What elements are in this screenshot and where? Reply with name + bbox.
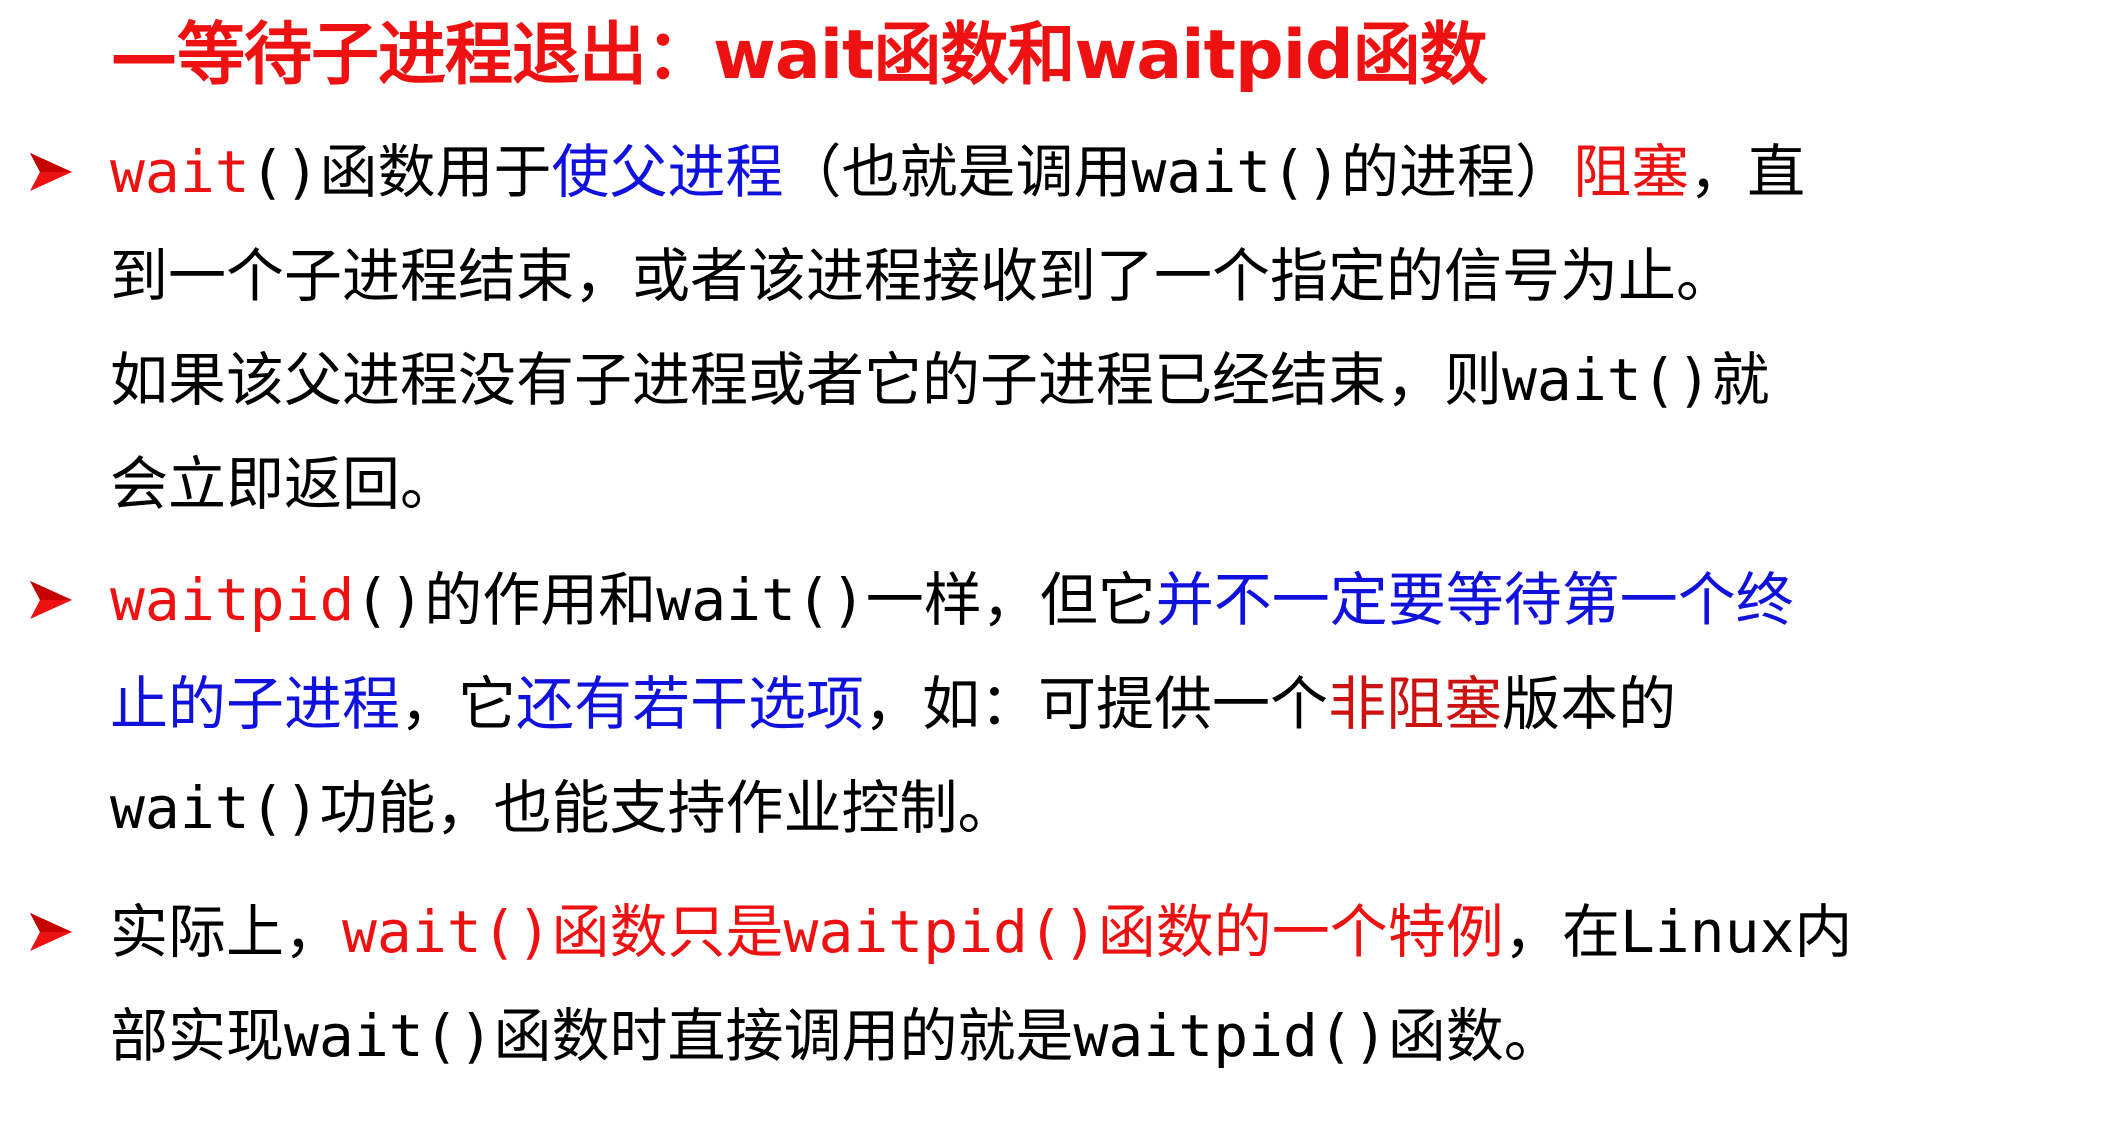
slide: —等待子进程退出：wait函数和waitpid函数 wait()函数用于使父进程… — [0, 0, 2124, 1124]
bullet-item-2: waitpid()的作用和wait()一样，但它并不一定要等待第一个终 止的子进… — [16, 548, 2116, 860]
bullet-3-line-1: 实际上，wait()函数只是waitpid()函数的一个特例，在Linux内 — [110, 880, 1852, 984]
text-span: ()函数用于 — [249, 138, 552, 206]
text-span: 使父进程 — [551, 138, 784, 206]
arrow-bullet-icon — [16, 880, 86, 984]
text-span: ()的作用和wait()一样，但它 — [354, 566, 1156, 634]
text-span: 版本的 — [1502, 670, 1677, 738]
text-span: waitpid — [110, 566, 355, 634]
text-span: 阻塞 — [1573, 138, 1690, 206]
text-span: （也就是调用wait()的进程） — [783, 138, 1574, 206]
bullet-1-line-4: 会立即返回。 — [110, 432, 458, 536]
text-span: 实际上， — [110, 898, 343, 966]
text-span: ，在Linux内 — [1503, 898, 1853, 966]
bullet-1-line-2: 到一个子进程结束，或者该进程接收到了一个指定的信号为止。 — [110, 224, 1734, 328]
slide-title: —等待子进程退出：wait函数和waitpid函数 — [110, 16, 1488, 95]
bullet-2-line-1: waitpid()的作用和wait()一样，但它并不一定要等待第一个终 — [110, 548, 1794, 652]
text-span: 到一个子进程结束，或者该进程接收到了一个指定的信号为止。 — [110, 242, 1735, 310]
text-span: 部实现wait()函数时直接调用的就是waitpid()函数。 — [110, 1002, 1562, 1070]
bullet-3-line-2: 部实现wait()函数时直接调用的就是waitpid()函数。 — [110, 984, 1562, 1088]
bullet-1-line-3: 如果该父进程没有子进程或者它的子进程已经结束，则wait()就 — [110, 328, 1770, 432]
text-span: 会立即返回。 — [110, 450, 459, 518]
text-span: 非阻塞 — [1328, 670, 1503, 738]
text-span: wait — [110, 138, 250, 206]
text-span: ，如：可提供一个 — [864, 670, 1329, 738]
text-span: 止的子进程 — [110, 670, 401, 738]
text-span: 并不一定要等待第一个终 — [1155, 566, 1794, 634]
text-span: 如果该父进程没有子进程或者它的子进程已经结束，则wait()就 — [110, 346, 1770, 414]
bullet-2-line-3: wait()功能，也能支持作业控制。 — [110, 756, 1016, 860]
text-span: 还有若干选项 — [516, 670, 865, 738]
text-span: ，直 — [1689, 138, 1806, 206]
text-span: ，它 — [400, 670, 517, 738]
text-span: wait()函数只是waitpid()函数的一个特例 — [342, 898, 1504, 966]
bullet-2-line-2: 止的子进程，它还有若干选项，如：可提供一个非阻塞版本的 — [110, 652, 1676, 756]
text-span: wait()功能，也能支持作业控制。 — [110, 774, 1016, 842]
bullet-item-1: wait()函数用于使父进程（也就是调用wait()的进程）阻塞，直 到一个子进… — [16, 120, 2116, 536]
bullet-1-line-1: wait()函数用于使父进程（也就是调用wait()的进程）阻塞，直 — [110, 120, 1805, 224]
bullet-item-3: 实际上，wait()函数只是waitpid()函数的一个特例，在Linux内 部… — [16, 880, 2116, 1088]
arrow-bullet-icon — [16, 548, 86, 652]
arrow-bullet-icon — [16, 120, 86, 224]
